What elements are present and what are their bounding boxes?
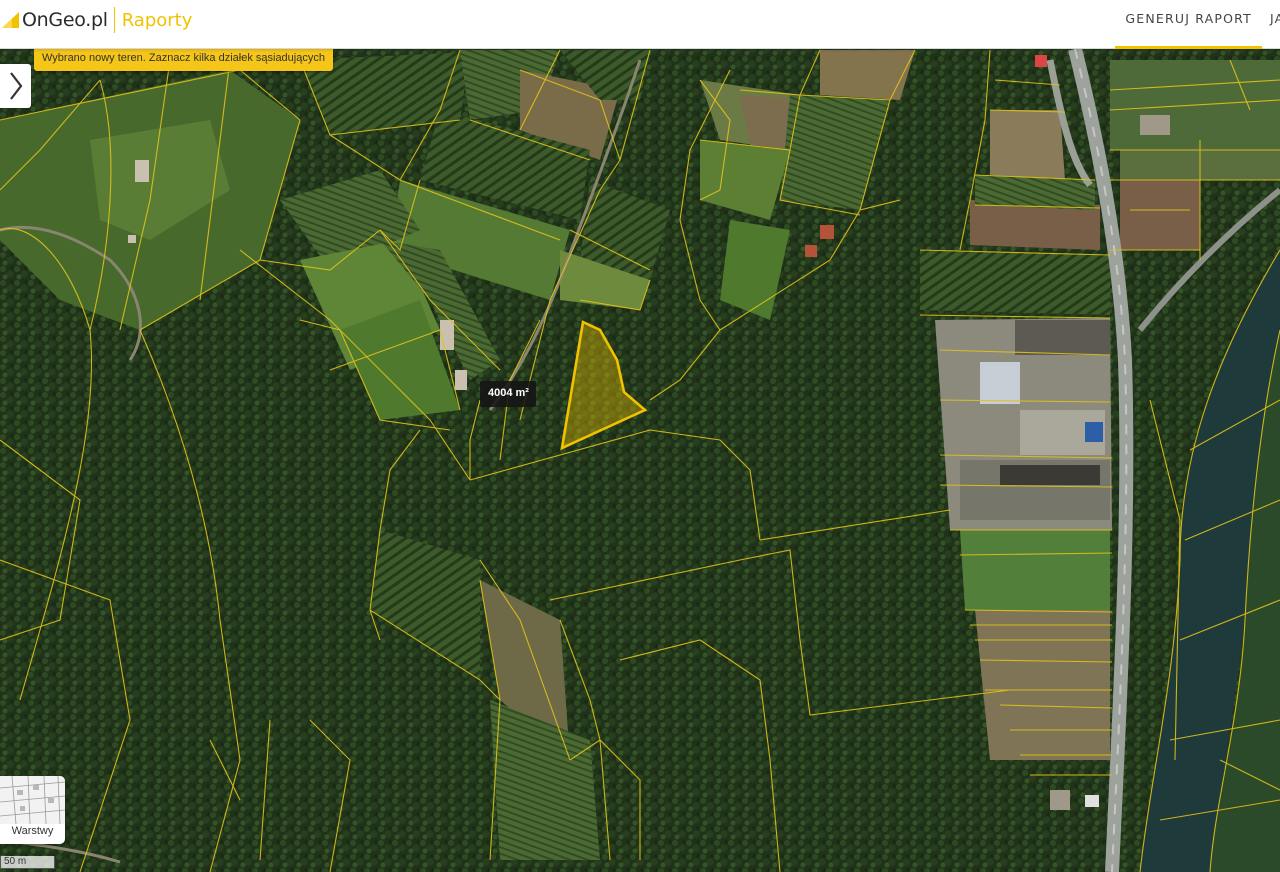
chevron-right-icon xyxy=(9,72,22,100)
logo-subtitle: Raporty xyxy=(121,9,193,31)
layers-thumbnail-icon xyxy=(0,776,65,824)
panel-toggle-button[interactable] xyxy=(0,64,31,108)
nav-item-next[interactable]: JA xyxy=(1262,0,1280,49)
top-bar: OnGeo.pl Raporty GENERUJ RAPORT JA xyxy=(0,0,1280,49)
map-canvas xyxy=(0,49,1280,872)
layers-label: Warstwy xyxy=(11,825,54,837)
main-nav: GENERUJ RAPORT JA xyxy=(1115,0,1280,49)
layers-button[interactable]: Warstwy xyxy=(0,776,65,844)
scale-bar: 50 m xyxy=(0,856,55,869)
nav-generate-report[interactable]: GENERUJ RAPORT xyxy=(1115,0,1262,49)
logo-mark-icon xyxy=(2,12,19,28)
satellite-map[interactable] xyxy=(0,49,1280,872)
logo[interactable]: OnGeo.pl Raporty xyxy=(2,7,193,33)
parcel-area-label: 4004 m² xyxy=(480,381,536,407)
selection-notice: Wybrano nowy teren. Zaznacz kilka działe… xyxy=(34,49,333,71)
logo-divider xyxy=(113,7,115,33)
logo-text: OnGeo.pl xyxy=(22,9,108,31)
